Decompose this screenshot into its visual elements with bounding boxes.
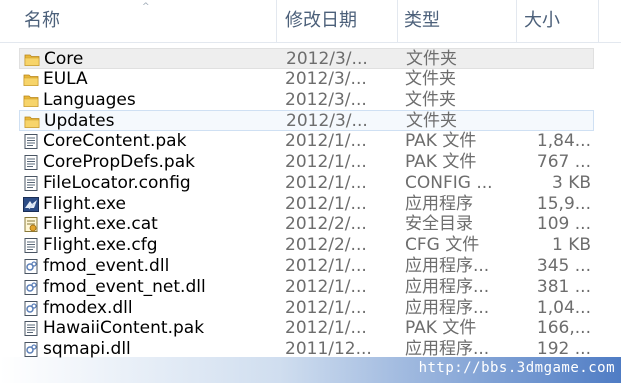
column-divider[interactable] [598, 0, 599, 42]
column-header-size[interactable]: 大小 [518, 0, 598, 42]
file-row[interactable]: fmodex.dll 2012/1/... 应用程序... 1,04... [19, 298, 594, 319]
app-icon [23, 196, 39, 212]
file-size: 345 ... [536, 256, 591, 276]
file-name: fmod_event.dll [43, 256, 170, 276]
dll-icon [23, 279, 39, 295]
file-type: 安全目录 [405, 214, 473, 235]
file-date: 2012/1/... [285, 152, 367, 172]
file-type: 文件夹 [406, 111, 457, 132]
file-name: Core [44, 49, 84, 69]
file-type: PAK 文件 [405, 152, 477, 172]
file-row[interactable]: CorePropDefs.pak 2012/1/... PAK 文件 767 ... [19, 152, 594, 173]
file-name: FileLocator.config [43, 172, 191, 193]
file-date: 2012/1/... [285, 256, 367, 276]
column-header-type[interactable]: 类型 [398, 0, 516, 42]
file-type: 文件夹 [406, 49, 457, 69]
column-header-name[interactable]: 名称 [18, 0, 276, 42]
file-type: PAK 文件 [405, 131, 477, 152]
file-row[interactable]: Flight.exe.cat 2012/2/... 安全目录 109 ... [19, 214, 594, 235]
dll-icon [23, 342, 39, 358]
file-size: 15,9... [536, 193, 591, 214]
file-size [517, 69, 591, 90]
file-row[interactable]: EULA 2012/3/... 文件夹 [19, 69, 594, 90]
file-date: 2012/3/... [286, 111, 368, 132]
file-row[interactable]: fmod_event_net.dll 2012/1/... 应用程序... 381 .… [19, 277, 594, 298]
file-name: Flight.exe [43, 193, 127, 214]
file-date: 2012/1/... [285, 172, 367, 193]
folder-icon [23, 93, 39, 108]
file-size [518, 49, 592, 70]
file-row[interactable]: CoreContent.pak 2012/1/... PAK 文件 1,84... [19, 131, 594, 152]
file-row[interactable]: fmod_event.dll 2012/1/... 应用程序... 345 ... [19, 256, 594, 277]
file-size: 767 ... [536, 152, 591, 172]
file-date: 2012/3/... [285, 89, 367, 110]
column-divider[interactable] [276, 0, 277, 42]
file-icon [23, 155, 39, 170]
dll-icon [23, 300, 39, 316]
folder-icon [23, 72, 39, 87]
file-date: 2012/2/... [285, 235, 367, 256]
file-name: Languages [43, 89, 136, 110]
file-name: Updates [44, 111, 115, 132]
file-type: 应用程序... [405, 256, 490, 276]
file-size [517, 90, 591, 111]
file-size: 1,04... [536, 297, 591, 318]
file-name: CoreContent.pak [43, 131, 187, 152]
column-header-date[interactable]: 修改日期 [279, 0, 397, 42]
file-date: 2012/1/... [285, 193, 367, 214]
file-name: fmod_event_net.dll [43, 276, 206, 297]
folder-icon [24, 52, 40, 67]
file-size: 109 ... [536, 214, 591, 235]
file-icon [23, 134, 39, 150]
file-type: PAK 文件 [405, 318, 477, 339]
file-name: fmodex.dll [43, 297, 133, 318]
file-type: 文件夹 [405, 68, 456, 89]
watermark-text: http://bbs.3dmgame.com [418, 360, 615, 376]
file-date: 2012/1/... [285, 131, 367, 152]
file-name: HawaiiContent.pak [43, 318, 205, 339]
file-name: EULA [43, 68, 88, 89]
column-divider[interactable] [516, 0, 517, 42]
file-row[interactable]: FileLocator.config 2012/1/... CONFIG ... 3 … [19, 173, 594, 194]
file-size: 3 KB [551, 172, 591, 193]
file-size: 381 ... [536, 276, 591, 297]
file-type: 应用程序 [405, 193, 473, 214]
file-size: 1,84... [536, 131, 591, 152]
file-date: 2012/3/... [285, 68, 367, 89]
file-date: 2012/1/... [285, 276, 367, 297]
file-type: CONFIG ... [405, 172, 493, 193]
file-name: CorePropDefs.pak [43, 152, 195, 172]
file-icon [23, 238, 39, 254]
file-size: 166,... [536, 318, 591, 339]
file-row[interactable]: Updates 2012/3/... 文件夹 [19, 110, 594, 132]
file-row[interactable]: Languages 2012/3/... 文件夹 [19, 90, 594, 111]
file-date: 2012/1/... [285, 297, 367, 318]
catalog-icon [23, 217, 39, 233]
file-date: 2012/1/... [285, 318, 367, 339]
dll-icon [23, 259, 39, 274]
file-date: 2012/2/... [285, 214, 367, 235]
file-type: 应用程序... [405, 276, 490, 297]
file-date: 2012/3/... [286, 49, 368, 69]
file-row[interactable]: Flight.exe 2012/1/... 应用程序 15,9... [19, 194, 594, 215]
file-type: CFG 文件 [405, 235, 480, 256]
file-row[interactable]: Flight.exe.cfg 2012/2/... CFG 文件 1 KB [19, 235, 594, 256]
folder-icon [24, 114, 40, 129]
file-type: 文件夹 [405, 89, 456, 110]
file-name: Flight.exe.cfg [43, 235, 158, 256]
file-icon [23, 175, 39, 191]
file-name: Flight.exe.cat [43, 214, 158, 235]
file-row[interactable]: HawaiiContent.pak 2012/1/... PAK 文件 166,... [19, 318, 594, 339]
file-type: 应用程序... [405, 297, 490, 318]
watermark: http://bbs.3dmgame.com [0, 357, 621, 383]
file-size: 1 KB [551, 235, 591, 256]
column-header: ^ 名称 修改日期 类型 大小 [0, 0, 621, 43]
file-icon [23, 321, 39, 337]
file-size [518, 111, 592, 132]
file-row[interactable]: Core 2012/3/... 文件夹 [19, 48, 594, 69]
